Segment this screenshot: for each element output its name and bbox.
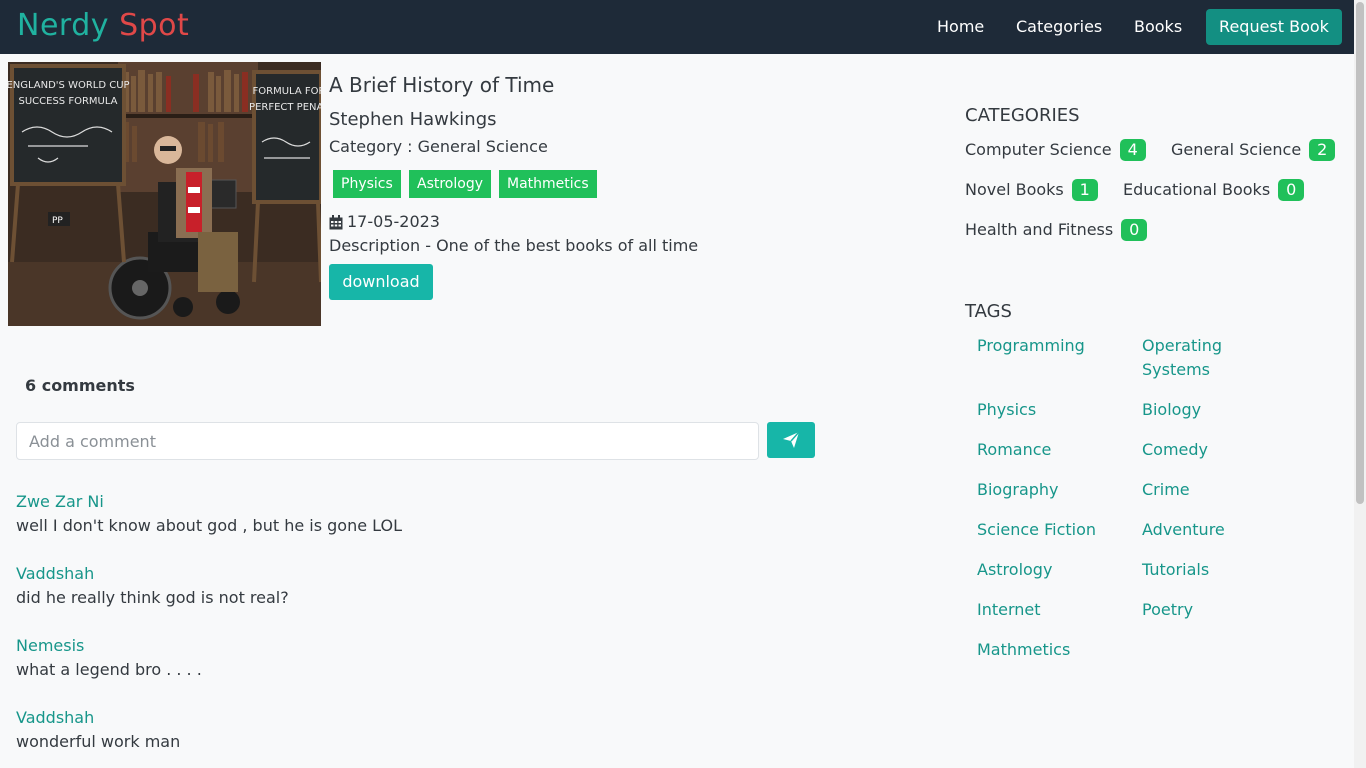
nav-books[interactable]: Books [1134, 17, 1182, 37]
book-category: Category : General Science [329, 137, 548, 156]
comment-author[interactable]: Nemesis [16, 636, 84, 656]
tag-link-adventure[interactable]: Adventure [1142, 518, 1225, 542]
book-description: Description - One of the best books of a… [329, 236, 699, 255]
brand-part2: Spot [119, 8, 190, 43]
book-tag-astrology[interactable]: Astrology [409, 170, 492, 198]
svg-text:PP: PP [52, 216, 63, 226]
category-count-badge: 0 [1121, 219, 1148, 241]
category-label: Health and Fitness [965, 220, 1114, 239]
book-date-value: 17-05-2023 [347, 212, 440, 231]
category-general-science[interactable]: General Science 2 [1171, 139, 1336, 161]
book-author: Stephen Hawkings [329, 109, 497, 130]
cover-right-line2: PERFECT PENAL [249, 102, 321, 113]
comment-text: wonderful work man [16, 732, 181, 751]
category-count-badge: 4 [1119, 139, 1146, 161]
tag-link-crime[interactable]: Crime [1142, 478, 1190, 502]
paper-plane-icon [783, 431, 800, 448]
scrollbar-thumb[interactable] [1356, 2, 1364, 504]
comment-input[interactable] [16, 422, 759, 460]
comment-text: what a legend bro . . . . [16, 660, 202, 679]
book-title: A Brief History of Time [329, 73, 555, 97]
nav-home[interactable]: Home [937, 17, 984, 37]
cover-right-line1: FORMULA FOR [253, 86, 321, 97]
book-date: 17-05-2023 [329, 212, 440, 232]
book-tag-physics[interactable]: Physics [333, 170, 401, 198]
tag-link-mathmetics[interactable]: Mathmetics [977, 638, 1070, 662]
category-health-and-fitness[interactable]: Health and Fitness 0 [965, 219, 1148, 241]
send-comment-button[interactable] [767, 422, 815, 458]
category-label: Computer Science [965, 140, 1112, 159]
tag-link-science-fiction[interactable]: Science Fiction [977, 518, 1096, 542]
category-count-badge: 1 [1071, 179, 1098, 201]
tag-link-programming[interactable]: Programming [977, 334, 1085, 358]
comment-count: 6 comments [25, 376, 135, 395]
tag-link-tutorials[interactable]: Tutorials [1142, 558, 1209, 582]
download-button[interactable]: download [329, 264, 433, 300]
tag-link-romance[interactable]: Romance [977, 438, 1051, 462]
cover-left-line1: ENGLAND'S WORLD CUP [8, 80, 130, 91]
category-novel-books[interactable]: Novel Books 1 [965, 179, 1098, 201]
nav-categories[interactable]: Categories [1016, 17, 1102, 37]
category-label: General Science [1171, 140, 1302, 159]
tag-link-operating-systems[interactable]: Operating Systems [1142, 334, 1252, 382]
category-educational-books[interactable]: Educational Books 0 [1123, 179, 1305, 201]
tags-heading: TAGS [965, 301, 1012, 322]
brand-part1: Nerdy [17, 8, 110, 43]
category-count-badge: 2 [1309, 139, 1336, 161]
book-cover-image: ENGLAND'S WORLD CUP SUCCESS FORMULA FORM… [8, 62, 321, 326]
request-book-button[interactable]: Request Book [1206, 9, 1342, 45]
tag-link-comedy[interactable]: Comedy [1142, 438, 1208, 462]
page-scrollbar[interactable] [1354, 0, 1366, 768]
comment-text: well I don't know about god , but he is … [16, 516, 402, 535]
cover-left-line2: SUCCESS FORMULA [19, 96, 118, 107]
category-label: Educational Books [1123, 180, 1271, 199]
tag-link-physics[interactable]: Physics [977, 398, 1036, 422]
tag-link-biology[interactable]: Biology [1142, 398, 1201, 422]
categories-heading: CATEGORIES [965, 105, 1080, 126]
comment-author[interactable]: Zwe Zar Ni [16, 492, 104, 512]
book-tag-mathmetics[interactable]: Mathmetics [499, 170, 597, 198]
tag-link-internet[interactable]: Internet [977, 598, 1041, 622]
category-computer-science[interactable]: Computer Science 4 [965, 139, 1146, 161]
tag-link-poetry[interactable]: Poetry [1142, 598, 1193, 622]
brand-logo[interactable]: Nerdy Spot [17, 8, 189, 44]
comment-text: did he really think god is not real? [16, 588, 289, 607]
category-count-badge: 0 [1278, 179, 1305, 201]
comment-author[interactable]: Vaddshah [16, 564, 94, 584]
tag-link-astrology[interactable]: Astrology [977, 558, 1052, 582]
navbar: Nerdy Spot Home Categories Books Request… [0, 0, 1354, 54]
tag-link-biography[interactable]: Biography [977, 478, 1059, 502]
category-label: Novel Books [965, 180, 1064, 199]
calendar-icon [329, 214, 343, 229]
comment-author[interactable]: Vaddshah [16, 708, 94, 728]
